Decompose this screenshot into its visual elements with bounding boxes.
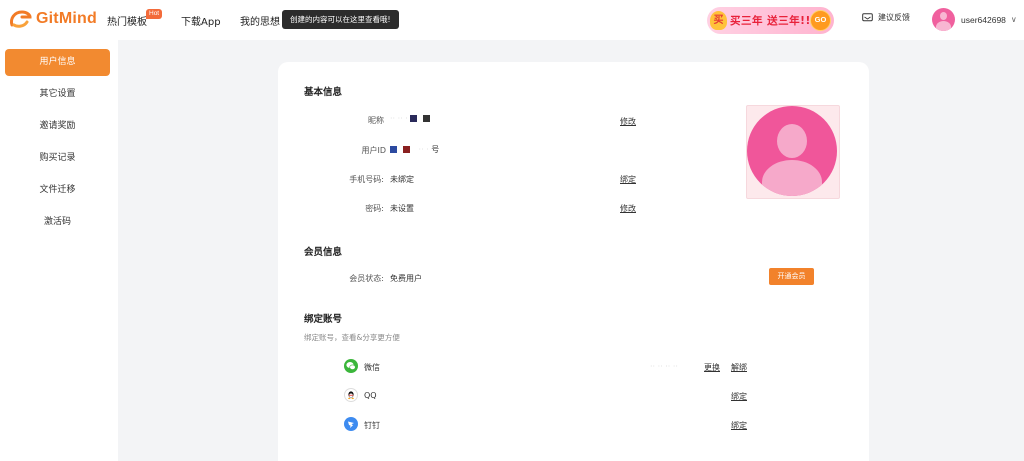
user-menu[interactable]: user642698 ∨	[932, 8, 1017, 31]
redacted-text: ·· ·	[418, 145, 429, 154]
bind-phone-link[interactable]: 绑定	[620, 174, 636, 185]
open-membership-button[interactable]: 开通会员	[769, 268, 814, 285]
sidebar-item-purchase-history[interactable]: 购买记录	[5, 145, 110, 172]
redacted-block	[390, 146, 397, 153]
user-info-card: 基本信息 昵称 ·· ·· · 修改 用户ID ·· · 号 手机号码: 未绑定…	[278, 62, 869, 461]
my-mindmaps-tooltip: 创建的内容可以在这里查看哦!	[282, 10, 399, 29]
hot-badge: Hot	[146, 9, 163, 19]
avatar-head-shape	[777, 124, 807, 158]
sidebar-item-other-settings[interactable]: 其它设置	[5, 81, 110, 108]
member-status-value: 免费用户	[390, 274, 422, 283]
sidebar-item-activation-code[interactable]: 激活码	[5, 209, 110, 236]
redacted-text: ·· ·· ·· ··	[650, 362, 678, 371]
qq-name: QQ	[364, 391, 377, 400]
top-header: GitMind 热门模板 Hot 下载App 我的思想 创建的内容可以在这里查看…	[0, 0, 1024, 40]
profile-avatar[interactable]	[747, 106, 837, 196]
userid-label: 用户ID	[361, 146, 386, 155]
unbind-wechat-link[interactable]: 解绑	[731, 362, 747, 373]
sidebar-item-file-migration[interactable]: 文件迁移	[5, 177, 110, 204]
bind-dingtalk-link[interactable]: 绑定	[731, 420, 747, 431]
wechat-icon	[344, 359, 358, 373]
feedback-icon	[862, 12, 873, 21]
basic-info-title: 基本信息	[304, 87, 343, 98]
phone-label: 手机号码:	[349, 175, 384, 184]
dingtalk-name: 钉钉	[364, 421, 380, 430]
feedback-link[interactable]: 建议反馈	[862, 12, 910, 23]
phone-value: 未绑定	[390, 175, 414, 184]
qq-icon	[344, 388, 358, 402]
settings-sidebar: 用户信息 其它设置 邀请奖励 购买记录 文件迁移 激活码	[0, 40, 118, 461]
sidebar-item-user-info[interactable]: 用户信息	[5, 49, 110, 76]
user-avatar[interactable]	[932, 8, 955, 31]
gift-icon: 买	[710, 11, 727, 30]
feedback-label: 建议反馈	[878, 13, 910, 22]
logo-text: GitMind	[36, 10, 97, 27]
member-info-title: 会员信息	[304, 247, 343, 258]
bind-accounts-title: 绑定账号	[304, 314, 343, 325]
username[interactable]: user642698	[961, 15, 1006, 25]
chevron-down-icon[interactable]: ∨	[1011, 15, 1017, 24]
password-label: 密码:	[365, 204, 384, 213]
promo-banner[interactable]: 买 买三年 送三年!! GO	[707, 7, 834, 34]
gitmind-logo-icon	[10, 10, 32, 28]
promo-go-button[interactable]: GO	[810, 10, 831, 31]
profile-avatar-frame[interactable]	[746, 105, 840, 199]
userid-value: ·· · 号	[390, 144, 439, 155]
redacted-block	[423, 115, 431, 122]
member-status-label: 会员状态:	[349, 274, 384, 283]
redacted-block	[403, 146, 410, 153]
nav-hot-templates[interactable]: 热门模板	[107, 13, 147, 28]
change-wechat-link[interactable]: 更换	[704, 362, 720, 373]
password-value: 未设置	[390, 204, 414, 213]
bind-qq-link[interactable]: 绑定	[731, 391, 747, 402]
redacted-text: ·· ·· ·	[390, 114, 408, 123]
edit-nickname-link[interactable]: 修改	[620, 116, 636, 127]
redacted-block	[410, 115, 418, 122]
gitmind-logo[interactable]: GitMind	[8, 9, 97, 29]
sidebar-item-invite-rewards[interactable]: 邀请奖励	[5, 113, 110, 140]
edit-password-link[interactable]: 修改	[620, 203, 636, 214]
wechat-name: 微信	[364, 363, 380, 372]
nickname-label: 昵称	[368, 116, 384, 125]
nav-my-mindmaps[interactable]: 我的思想	[240, 13, 280, 28]
promo-text: 买三年 送三年!!	[730, 15, 811, 27]
bind-accounts-subtitle: 绑定账号，查看&分享更方便	[304, 333, 400, 342]
dingtalk-icon	[344, 417, 358, 431]
nickname-value: ·· ·· ·	[390, 114, 436, 123]
avatar-body-shape	[762, 160, 822, 196]
nav-download-app[interactable]: 下载App	[181, 13, 221, 28]
userid-suffix: 号	[431, 145, 440, 154]
